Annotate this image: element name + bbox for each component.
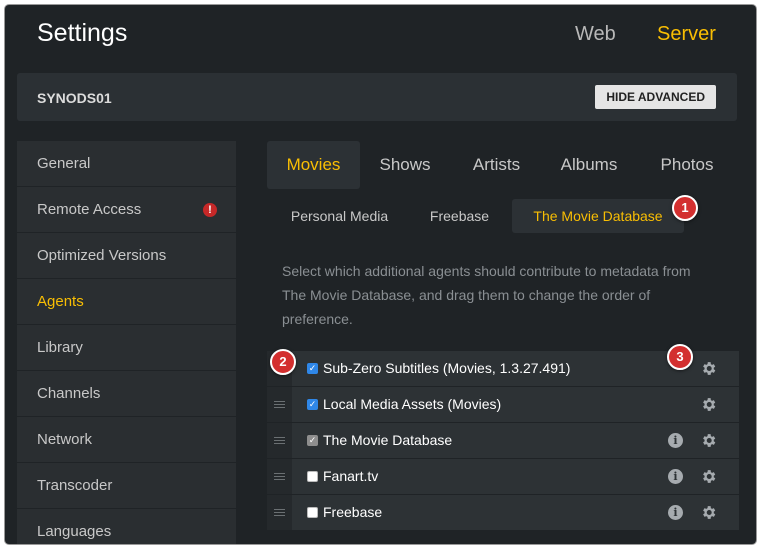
agent-list: ✓ Sub-Zero Subtitles (Movies, 1.3.27.491… [267, 351, 739, 531]
warning-icon: ! [203, 203, 217, 217]
info-icon[interactable]: i [668, 469, 683, 484]
annotation-badge-1: 1 [672, 195, 698, 221]
sidebar-item-channels[interactable]: Channels [17, 371, 236, 416]
sidebar-item-library[interactable]: Library [17, 325, 236, 370]
tab-shows[interactable]: Shows [367, 141, 443, 189]
sidebar-item-label: Agents [37, 293, 84, 310]
info-icon[interactable]: i [668, 505, 683, 520]
page-title: Settings [37, 19, 128, 47]
info-icon[interactable]: i [668, 433, 683, 448]
agent-name: Freebase [323, 504, 383, 520]
gear-icon[interactable] [700, 432, 717, 449]
settings-window: Settings Web Server SYNODS01 HIDE ADVANC… [5, 5, 756, 544]
sidebar-item-label: Network [37, 431, 93, 448]
server-bar: SYNODS01 HIDE ADVANCED [17, 73, 737, 121]
sidebar: General Remote Access! Optimized Version… [17, 141, 236, 544]
sidebar-item-label: General [37, 155, 91, 172]
sidebar-item-network[interactable]: Network [17, 417, 236, 462]
tab-movies[interactable]: Movies [267, 141, 360, 189]
sidebar-item-remote-access[interactable]: Remote Access! [17, 187, 236, 232]
description-line: preference. [282, 311, 353, 327]
sidebar-item-label: Languages [37, 523, 112, 540]
agent-checkbox[interactable]: ✓ [307, 363, 318, 374]
sidebar-item-label: Optimized Versions [37, 247, 167, 264]
agent-name: Fanart.tv [323, 468, 379, 484]
agent-checkbox[interactable]: ✓ [307, 399, 318, 410]
tab-photos[interactable]: Photos [647, 141, 727, 189]
sidebar-item-languages[interactable]: Languages [17, 509, 236, 544]
list-item: Freebase i [267, 495, 739, 530]
tab-albums[interactable]: Albums [551, 141, 627, 189]
agent-name: Sub-Zero Subtitles (Movies, 1.3.27.491) [323, 360, 571, 376]
description-line: The Movie Database, and drag them to cha… [282, 287, 651, 303]
agent-checkbox: ✓ [307, 435, 318, 446]
list-item: Fanart.tv i [267, 459, 739, 494]
drag-handle-icon[interactable] [267, 495, 292, 530]
tab-web[interactable]: Web [575, 23, 616, 46]
sidebar-item-label: Channels [37, 385, 101, 402]
tab-freebase[interactable]: Freebase [417, 199, 502, 233]
sidebar-item-general[interactable]: General [17, 141, 236, 186]
agent-source-tabs: Personal Media Freebase The Movie Databa… [267, 199, 739, 235]
tab-server[interactable]: Server [657, 23, 716, 46]
agent-checkbox[interactable] [307, 507, 318, 518]
description-line: Select which additional agents should co… [282, 263, 691, 279]
gear-icon[interactable] [700, 468, 717, 485]
tab-artists[interactable]: Artists [459, 141, 534, 189]
tab-the-movie-database[interactable]: The Movie Database [512, 199, 684, 233]
media-type-tabs: Movies Shows Artists Albums Photos [267, 141, 739, 189]
agent-name: The Movie Database [323, 432, 453, 448]
drag-handle-icon[interactable] [267, 387, 292, 422]
server-name: SYNODS01 [37, 90, 112, 106]
hide-advanced-button[interactable]: HIDE ADVANCED [595, 85, 716, 109]
list-item: ✓ Local Media Assets (Movies) [267, 387, 739, 422]
tab-personal-media[interactable]: Personal Media [272, 199, 407, 233]
sidebar-item-label: Library [37, 339, 83, 356]
sidebar-item-label: Remote Access [37, 201, 142, 218]
list-item: ✓ The Movie Database i [267, 423, 739, 458]
agents-panel: Movies Shows Artists Albums Photos Perso… [267, 141, 739, 530]
annotation-badge-2: 2 [270, 349, 296, 375]
gear-icon[interactable] [700, 396, 717, 413]
agent-name: Local Media Assets (Movies) [323, 396, 502, 412]
sidebar-item-agents[interactable]: Agents [17, 279, 236, 324]
sidebar-item-label: Transcoder [37, 477, 113, 494]
gear-icon[interactable] [700, 504, 717, 521]
agent-checkbox[interactable] [307, 471, 318, 482]
gear-icon[interactable] [700, 360, 717, 377]
agents-description: Select which additional agents should co… [282, 259, 732, 331]
annotation-badge-3: 3 [667, 344, 693, 370]
drag-handle-icon[interactable] [267, 423, 292, 458]
sidebar-item-transcoder[interactable]: Transcoder [17, 463, 236, 508]
drag-handle-icon[interactable] [267, 459, 292, 494]
sidebar-item-optimized-versions[interactable]: Optimized Versions [17, 233, 236, 278]
